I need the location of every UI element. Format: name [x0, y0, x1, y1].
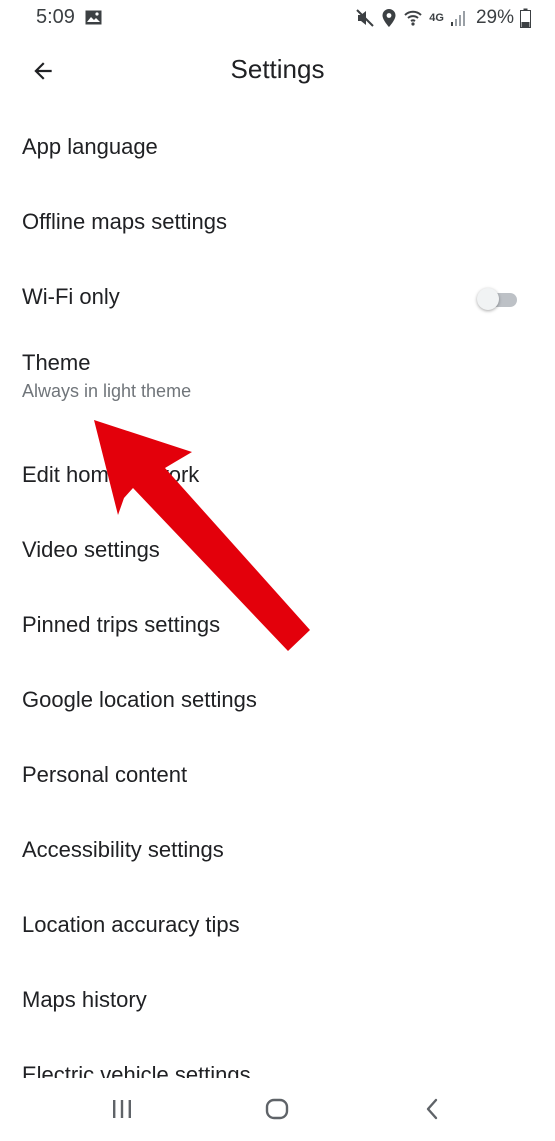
app-bar: Settings [0, 42, 555, 98]
gallery-icon [85, 10, 102, 25]
setting-google-location[interactable]: Google location settings [0, 661, 555, 736]
wifi-icon [404, 10, 422, 26]
home-icon [265, 1098, 289, 1120]
setting-label: Personal content [22, 762, 188, 787]
recent-apps-button[interactable] [102, 1092, 142, 1126]
setting-label: Video settings [22, 537, 160, 562]
status-bar: 5:09 4G 29% [0, 0, 555, 36]
setting-label: App language [22, 134, 158, 159]
status-icons: 4G 29% [355, 6, 531, 30]
battery-icon [520, 8, 531, 28]
setting-label: Google location settings [22, 687, 257, 712]
wifi-only-toggle[interactable] [475, 288, 519, 312]
setting-label: Edit home or work [22, 462, 200, 487]
setting-accessibility[interactable]: Accessibility settings [0, 811, 555, 886]
setting-label: Theme [22, 350, 91, 375]
setting-wifi-only[interactable]: Wi-Fi only [0, 258, 555, 333]
signal-icon [450, 11, 465, 26]
settings-list: App language Offline maps settings Wi-Fi… [0, 108, 555, 1036]
setting-label: Offline maps settings [22, 209, 228, 234]
setting-label: Pinned trips settings [22, 612, 221, 637]
setting-maps-history[interactable]: Maps history [0, 961, 555, 1036]
setting-sublabel: Always in light theme [22, 381, 192, 401]
network-type-label: 4G [429, 12, 444, 24]
setting-label: Maps history [22, 987, 147, 1012]
setting-pinned-trips[interactable]: Pinned trips settings [0, 586, 555, 661]
location-icon [382, 9, 396, 27]
setting-location-accuracy-tips[interactable]: Location accuracy tips [0, 886, 555, 961]
setting-electric-vehicle[interactable]: Electric vehicle settings [0, 1050, 555, 1078]
home-button[interactable] [257, 1092, 297, 1126]
status-time: 5:09 [36, 6, 75, 28]
setting-video[interactable]: Video settings [0, 511, 555, 586]
setting-theme[interactable]: Theme Always in light theme [0, 333, 555, 436]
setting-label: Electric vehicle settings [22, 1062, 251, 1078]
setting-label: Accessibility settings [22, 837, 224, 862]
back-nav-button[interactable] [412, 1092, 452, 1126]
setting-personal-content[interactable]: Personal content [0, 736, 555, 811]
back-icon [426, 1098, 438, 1120]
setting-offline-maps[interactable]: Offline maps settings [0, 183, 555, 258]
setting-label: Wi-Fi only [22, 284, 120, 309]
mute-icon [356, 9, 374, 27]
toggle-thumb [477, 288, 499, 310]
battery-percent: 29% [475, 7, 514, 28]
setting-label: Location accuracy tips [22, 912, 240, 937]
setting-edit-home-work[interactable]: Edit home or work [0, 436, 555, 511]
page-title: Settings [230, 54, 325, 84]
setting-app-language[interactable]: App language [0, 108, 555, 183]
navigation-bar [0, 1078, 555, 1141]
recent-apps-icon [113, 1100, 131, 1118]
